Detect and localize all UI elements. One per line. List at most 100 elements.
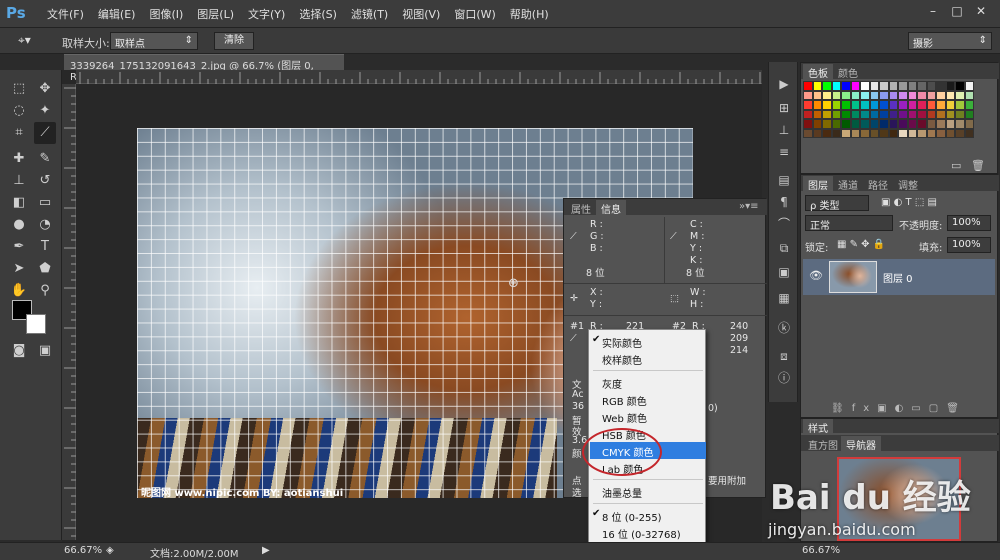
swatch-color[interactable]: [917, 90, 927, 100]
swatch-color[interactable]: [879, 81, 889, 91]
navigator-zoom[interactable]: 66.67%: [802, 545, 840, 556]
lasso-tool-icon[interactable]: ◌: [8, 100, 30, 122]
history-icon[interactable]: ⊞: [774, 98, 794, 118]
swatch-color[interactable]: [917, 128, 927, 138]
swatch-color[interactable]: [955, 109, 965, 119]
marquee-tool-icon[interactable]: ⬚: [8, 78, 30, 100]
swatch-color[interactable]: [907, 119, 917, 129]
swatch-color[interactable]: [879, 128, 889, 138]
quick-mask-icon[interactable]: ◙: [8, 340, 30, 362]
swatch-color[interactable]: [917, 100, 927, 110]
swatch-color[interactable]: [945, 81, 955, 91]
swatch-color[interactable]: [860, 81, 870, 91]
swatch-color[interactable]: [955, 100, 965, 110]
tab-channels[interactable]: 通道: [833, 176, 863, 192]
dodge-tool-icon[interactable]: ◔: [34, 214, 56, 236]
screen-mode-icon[interactable]: ▣: [34, 340, 56, 362]
tab-styles[interactable]: 样式: [803, 419, 833, 435]
swatch-color[interactable]: [917, 81, 927, 91]
swatch-color[interactable]: [803, 100, 813, 110]
healing-brush-tool-icon[interactable]: ✚: [8, 148, 30, 170]
swatch-color[interactable]: [869, 119, 879, 129]
swatch-color[interactable]: [936, 90, 946, 100]
swatch-color[interactable]: [945, 109, 955, 119]
panel-menu-icon[interactable]: »▾≡: [734, 200, 764, 215]
swatch-color[interactable]: [964, 90, 974, 100]
brush-tool-icon[interactable]: ✎: [34, 148, 56, 170]
swatch-color[interactable]: [812, 100, 822, 110]
opacity-input[interactable]: 100%: [947, 215, 991, 231]
swatch-color[interactable]: [860, 90, 870, 100]
swatch-color[interactable]: [907, 109, 917, 119]
layer-comps-icon[interactable]: ⧈: [774, 346, 794, 366]
swatch-color[interactable]: [888, 119, 898, 129]
new-swatch-icon[interactable]: ▭: [951, 159, 961, 172]
status-arrow-icon[interactable]: ▶: [262, 545, 270, 556]
swatch-color[interactable]: [869, 109, 879, 119]
swatch-color[interactable]: [812, 128, 822, 138]
swatch-color[interactable]: [945, 90, 955, 100]
tab-paths[interactable]: 路径: [863, 176, 893, 192]
swatch-color[interactable]: [860, 109, 870, 119]
color-mode-menu-item[interactable]: RGB 颜色: [590, 391, 706, 408]
pen-tool-icon[interactable]: ✒: [8, 236, 30, 258]
swatch-color[interactable]: [936, 81, 946, 91]
layer-action-icons[interactable]: ⛓fx▣◐▭▢🗑: [831, 403, 967, 414]
tab-swatches[interactable]: 色板: [803, 64, 833, 80]
swatch-color[interactable]: [898, 109, 908, 119]
eye-icon[interactable]: 👁: [809, 269, 823, 282]
close-button[interactable]: ✕: [970, 2, 992, 20]
swatch-color[interactable]: [850, 119, 860, 129]
swatch-color[interactable]: [907, 90, 917, 100]
trash-icon[interactable]: 🗑: [971, 159, 985, 172]
layer-filter-select[interactable]: ρ 类型: [805, 195, 869, 212]
workspace-select[interactable]: 摄影 ⇕: [908, 32, 992, 50]
swatch-color[interactable]: [831, 128, 841, 138]
swatch-color[interactable]: [945, 128, 955, 138]
swatch-color[interactable]: [812, 90, 822, 100]
swatch-color[interactable]: [860, 119, 870, 129]
menu-layer[interactable]: 图层(L): [190, 6, 241, 22]
background-color-swatch[interactable]: [26, 314, 46, 334]
color-mode-menu-item[interactable]: 16 位 (0-32768): [590, 524, 706, 541]
eraser-tool-icon[interactable]: ◧: [8, 192, 30, 214]
menu-view[interactable]: 视图(V): [395, 6, 447, 22]
swatch-color[interactable]: [803, 81, 813, 91]
swatch-color[interactable]: [888, 100, 898, 110]
status-icon[interactable]: ◈: [106, 545, 114, 556]
swatch-color[interactable]: [831, 90, 841, 100]
swatch-color[interactable]: [822, 100, 832, 110]
swatch-color[interactable]: [936, 109, 946, 119]
swatch-color[interactable]: [860, 100, 870, 110]
paragraph-panel-icon[interactable]: ¶: [774, 192, 794, 212]
swatch-color[interactable]: [850, 90, 860, 100]
swatch-color[interactable]: [831, 109, 841, 119]
swatch-color[interactable]: [822, 90, 832, 100]
color-mode-menu-item[interactable]: ✔ 8 位 (0-255): [590, 507, 706, 524]
swatch-color[interactable]: [850, 100, 860, 110]
swatch-color[interactable]: [879, 109, 889, 119]
swatch-color[interactable]: [898, 128, 908, 138]
brush-presets-icon[interactable]: ⊥: [774, 120, 794, 140]
swatch-color[interactable]: [936, 119, 946, 129]
document-tab[interactable]: 3339264_175132091643_2.jpg @ 66.7% (图层 0…: [64, 54, 344, 83]
menu-image[interactable]: 图像(I): [142, 6, 190, 22]
tab-color[interactable]: 颜色: [833, 64, 863, 80]
shape-tool-icon[interactable]: ⬟: [34, 258, 56, 280]
grid-panel-icon[interactable]: ▦: [774, 288, 794, 308]
gradient-tool-icon[interactable]: ▭: [34, 192, 56, 214]
swatch-color[interactable]: [907, 128, 917, 138]
swatch-color[interactable]: [841, 119, 851, 129]
swatch-color[interactable]: [898, 100, 908, 110]
menu-select[interactable]: 选择(S): [292, 6, 344, 22]
swatch-color[interactable]: [869, 90, 879, 100]
ruler-vertical[interactable]: [62, 84, 76, 540]
swatch-color[interactable]: [860, 128, 870, 138]
swatch-color[interactable]: [803, 90, 813, 100]
swatch-color[interactable]: [850, 81, 860, 91]
layer-filter-icons[interactable]: ▣ ◐ T ⬚ ▤: [881, 197, 937, 208]
menu-window[interactable]: 窗口(W): [447, 6, 502, 22]
sample-size-select[interactable]: 取样点 ⇕: [110, 32, 198, 50]
swatch-color[interactable]: [936, 128, 946, 138]
swatch-color[interactable]: [898, 90, 908, 100]
